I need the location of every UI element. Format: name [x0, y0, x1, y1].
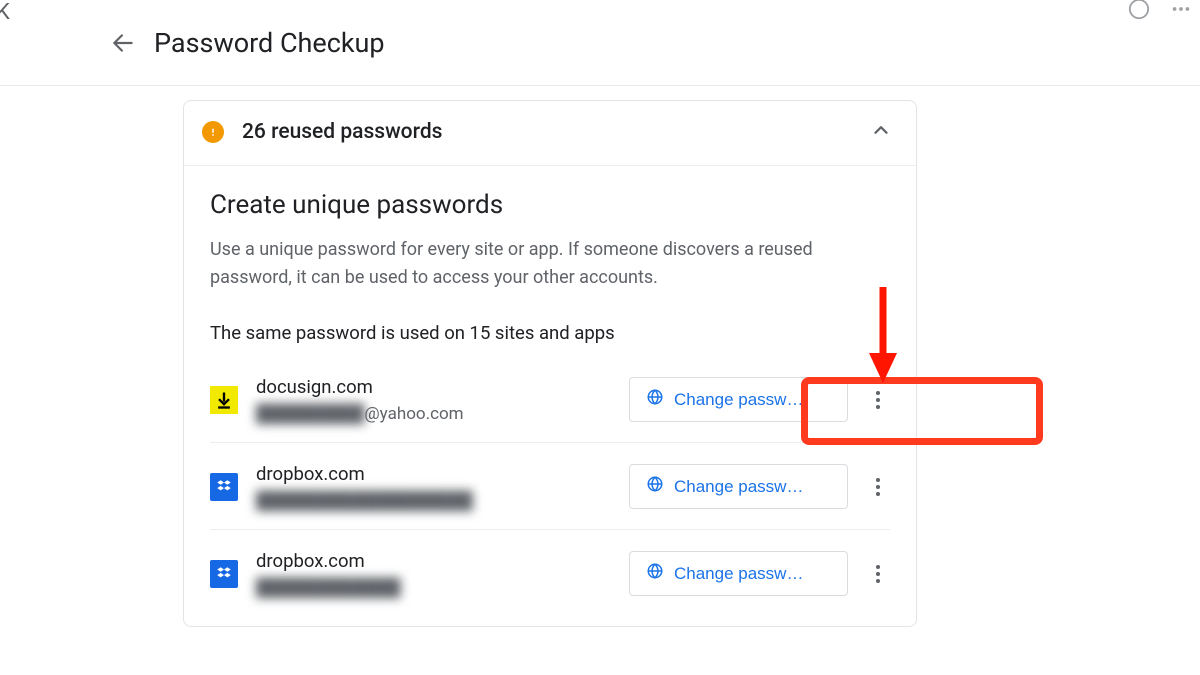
site-name: dropbox.com [256, 550, 611, 572]
password-entry: docusign.com █████████@yahoo.com Change pa… [210, 366, 890, 443]
chevron-up-icon [870, 119, 892, 145]
change-password-button[interactable]: Change passw… [629, 377, 848, 422]
warning-icon [202, 121, 224, 143]
username: ████████████ [256, 578, 611, 598]
cropped-letter: K [0, 0, 10, 25]
reused-passwords-card: 26 reused passwords Create unique passwo… [183, 100, 917, 627]
entries-list: docusign.com █████████@yahoo.com Change pa… [210, 366, 890, 616]
more-options-icon[interactable] [866, 477, 890, 497]
card-body: Create unique passwords Use a unique pas… [184, 166, 916, 616]
globe-icon [646, 388, 664, 411]
change-password-label: Change passw… [674, 477, 803, 497]
username: █████████@yahoo.com [256, 404, 611, 424]
header-bar: Password Checkup [0, 0, 1200, 86]
change-password-label: Change passw… [674, 564, 803, 584]
top-right-icons [1128, 0, 1192, 20]
change-password-button[interactable]: Change passw… [629, 464, 848, 509]
password-group-label: The same password is used on 15 sites an… [210, 322, 890, 344]
entry-text: docusign.com █████████@yahoo.com [256, 376, 611, 424]
dropbox-icon [210, 473, 238, 501]
globe-icon [646, 475, 664, 498]
section-title: Create unique passwords [210, 190, 890, 220]
more-options-icon[interactable] [866, 390, 890, 410]
entry-text: dropbox.com ████████████ [256, 550, 611, 598]
globe-icon [646, 562, 664, 585]
card-header-title: 26 reused passwords [242, 120, 852, 144]
change-password-button[interactable]: Change passw… [629, 551, 848, 596]
card-header[interactable]: 26 reused passwords [184, 101, 916, 166]
section-description: Use a unique password for every site or … [210, 236, 890, 292]
more-options-icon[interactable] [866, 564, 890, 584]
username: ██████████████████ [256, 491, 611, 511]
site-name: dropbox.com [256, 463, 611, 485]
change-password-label: Change passw… [674, 390, 803, 410]
entry-text: dropbox.com ██████████████████ [256, 463, 611, 511]
back-arrow-icon[interactable] [110, 30, 136, 56]
site-name: docusign.com [256, 376, 611, 398]
download-icon [210, 386, 238, 414]
password-entry: dropbox.com ████████████ Change passw… [210, 540, 890, 616]
dropbox-icon [210, 560, 238, 588]
password-entry: dropbox.com ██████████████████ Change pass… [210, 453, 890, 530]
page-title: Password Checkup [154, 27, 385, 59]
